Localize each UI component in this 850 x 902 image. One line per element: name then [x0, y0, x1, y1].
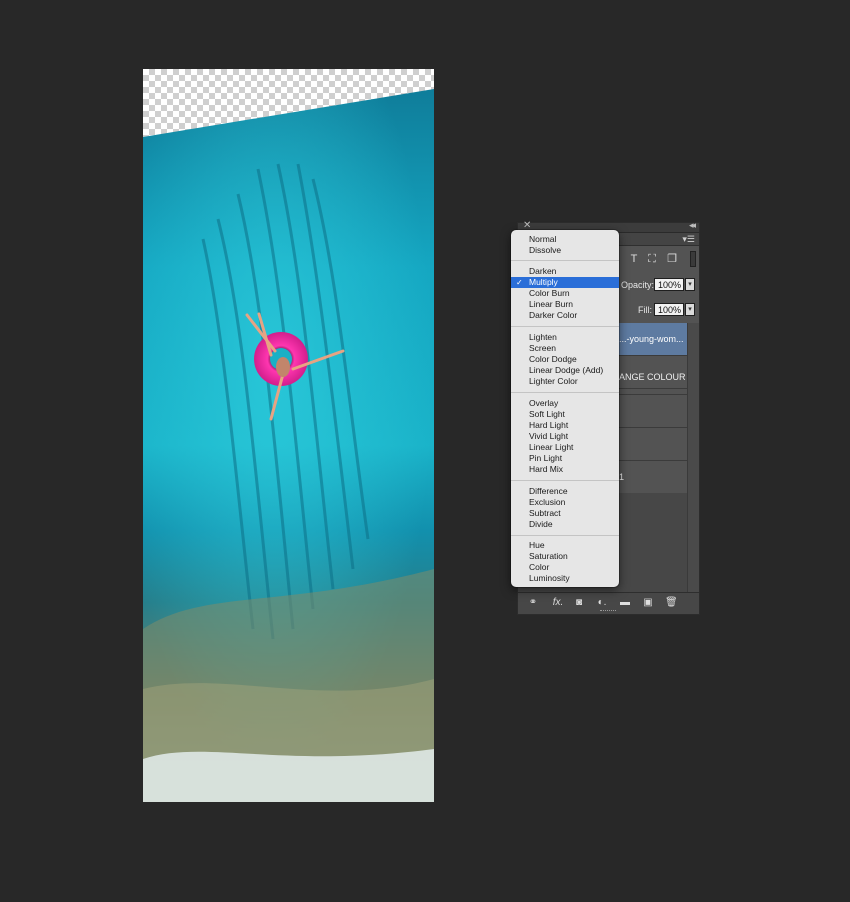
- blend-option[interactable]: Linear Dodge (Add): [511, 365, 619, 376]
- blend-option[interactable]: Subtract: [511, 508, 619, 519]
- blend-option-selected[interactable]: ✓ Multiply: [511, 277, 619, 288]
- layers-scrollbar[interactable]: [687, 323, 699, 593]
- link-icon[interactable]: ⚭: [526, 597, 540, 609]
- layer-name: ANGE COLOUR: [619, 372, 686, 382]
- menu-divider: [511, 326, 619, 327]
- canvas-artwork: [143, 89, 434, 802]
- adjustment-icon[interactable]: ◐.: [595, 597, 609, 609]
- photoshop-workspace: ✕ ◂◂ ▾☰ T ⛶ ❐ Opacity: 100% ▾ Fill: 100%…: [0, 0, 850, 902]
- blend-option[interactable]: Difference: [511, 486, 619, 497]
- blend-option[interactable]: Screen: [511, 343, 619, 354]
- mask-icon[interactable]: ◙: [573, 597, 585, 609]
- panel-menu-icon[interactable]: ▾☰: [682, 234, 695, 245]
- blend-option[interactable]: Linear Light: [511, 442, 619, 453]
- blend-option-label: Multiply: [529, 277, 558, 287]
- fill-arrow-icon[interactable]: ▾: [685, 303, 695, 316]
- blend-option[interactable]: Normal: [511, 234, 619, 245]
- fx-icon[interactable]: fx.: [550, 597, 566, 609]
- blend-option[interactable]: Hue: [511, 540, 619, 551]
- blend-option[interactable]: Lighten: [511, 332, 619, 343]
- layer-name: 1: [619, 472, 625, 482]
- checkmark-icon: ✓: [516, 278, 523, 287]
- blend-option[interactable]: Vivid Light: [511, 431, 619, 442]
- collapse-icon[interactable]: ◂◂: [689, 220, 696, 231]
- folder-icon[interactable]: ▬: [619, 597, 631, 609]
- menu-divider: [511, 260, 619, 261]
- type-icon[interactable]: T: [628, 253, 640, 265]
- menu-divider: [511, 392, 619, 393]
- blend-option[interactable]: Darker Color: [511, 310, 619, 321]
- blend-option[interactable]: Color Dodge: [511, 354, 619, 365]
- blend-option[interactable]: Divide: [511, 519, 619, 530]
- menu-divider: [511, 535, 619, 536]
- fill-input[interactable]: 100%: [654, 303, 684, 316]
- opacity-arrow-icon[interactable]: ▾: [685, 278, 695, 291]
- smart-object-icon[interactable]: ❐: [666, 253, 678, 265]
- blend-option[interactable]: Dissolve: [511, 245, 619, 256]
- panel-footer: ⚭ fx. ◙ ◐. ▬ ▣ 🗑: [518, 592, 699, 614]
- opacity-label: Opacity:: [621, 280, 655, 290]
- blend-option[interactable]: Hard Light: [511, 420, 619, 431]
- blend-option[interactable]: Overlay: [511, 398, 619, 409]
- opacity-input[interactable]: 100%: [654, 278, 684, 291]
- blend-option[interactable]: Pin Light: [511, 453, 619, 464]
- blend-option[interactable]: Soft Light: [511, 409, 619, 420]
- blend-option[interactable]: Darken: [511, 266, 619, 277]
- document-canvas[interactable]: [143, 69, 434, 802]
- blend-option[interactable]: Color Burn: [511, 288, 619, 299]
- blend-option[interactable]: Luminosity: [511, 573, 619, 584]
- layer-name: ...-young-wom...: [619, 334, 684, 344]
- transform-icon[interactable]: ⛶: [646, 253, 658, 265]
- blend-option[interactable]: Exclusion: [511, 497, 619, 508]
- blend-mode-menu: Normal Dissolve Darken ✓ Multiply Color …: [511, 230, 619, 587]
- blend-option[interactable]: Saturation: [511, 551, 619, 562]
- resize-grip[interactable]: [600, 610, 616, 613]
- menu-divider: [511, 480, 619, 481]
- blend-option[interactable]: Color: [511, 562, 619, 573]
- blend-option[interactable]: Lighter Color: [511, 376, 619, 387]
- filter-toggle[interactable]: [690, 251, 696, 267]
- blend-option[interactable]: Hard Mix: [511, 464, 619, 475]
- new-layer-icon[interactable]: ▣: [642, 597, 654, 609]
- blend-option[interactable]: Linear Burn: [511, 299, 619, 310]
- trash-icon[interactable]: 🗑: [665, 597, 678, 609]
- fill-label: Fill:: [638, 305, 652, 315]
